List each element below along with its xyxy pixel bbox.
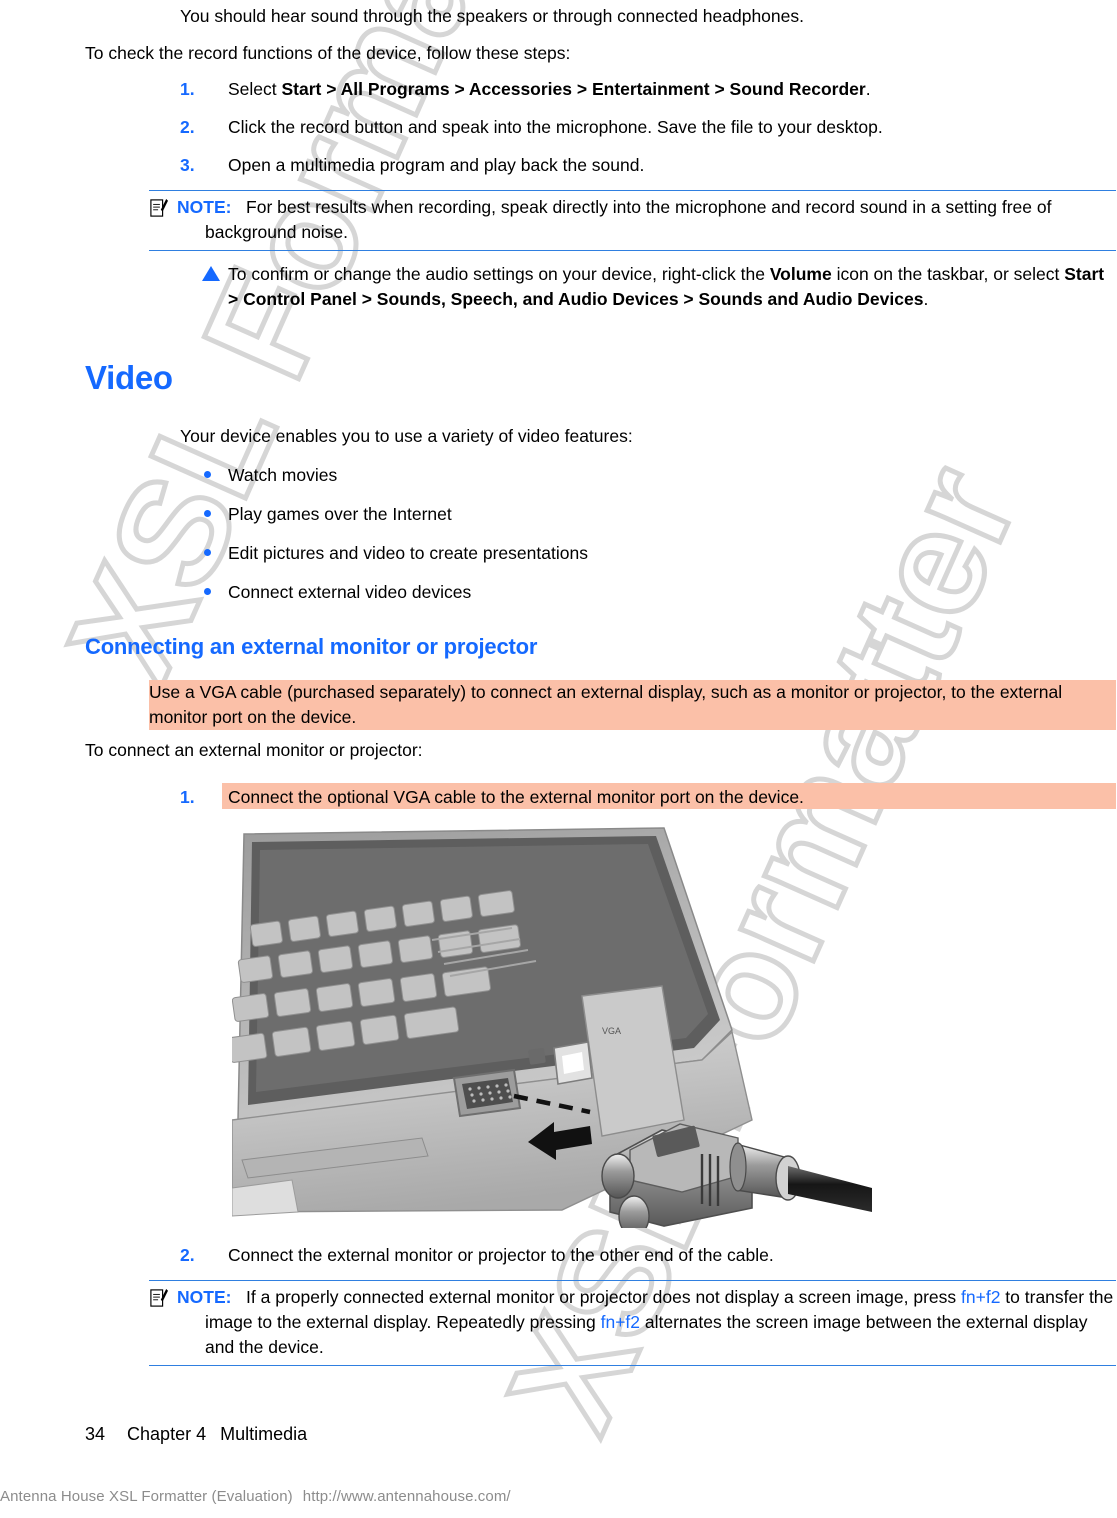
- video-feature-2-text: Play games over the Internet: [228, 504, 452, 524]
- note-monitor-key-1: fn+f2: [961, 1287, 1001, 1307]
- video-feature-1: Watch movies: [180, 463, 1116, 488]
- note-pencil-icon: [150, 1289, 168, 1307]
- record-step-1-bold: Start > All Programs > Accessories > Ent…: [281, 79, 866, 99]
- video-lead: Your device enables you to use a variety…: [180, 426, 633, 446]
- record-step-2: 2. Click the record button and speak int…: [180, 115, 1116, 140]
- bullet-dot-icon: [204, 471, 211, 478]
- record-step-2-text: Click the record button and speak into t…: [228, 117, 883, 137]
- monitor-step-1-number: 1.: [180, 787, 195, 807]
- external-monitor-vga-port: [452, 1068, 522, 1118]
- record-step-3: 3. Open a multimedia program and play ba…: [180, 153, 1116, 178]
- video-feature-1-text: Watch movies: [228, 465, 338, 485]
- video-feature-2: Play games over the Internet: [180, 502, 1116, 527]
- section-heading-connecting-monitor: Connecting an external monitor or projec…: [85, 634, 538, 659]
- record-step-1-number: 1.: [180, 79, 195, 99]
- page-title-video: Video: [85, 359, 173, 396]
- note-record-body: NOTE: For best results when recording, s…: [177, 195, 1116, 245]
- evaluation-banner: Antenna House XSL Formatter (Evaluation)…: [0, 1488, 1117, 1505]
- audio-settings-step-text: To confirm or change the audio settings …: [228, 262, 1116, 312]
- note-pencil-icon: [150, 199, 168, 217]
- monitor-step-2: 2. Connect the external monitor or proje…: [180, 1243, 1116, 1268]
- footer-page-number: 34: [85, 1424, 106, 1444]
- record-steps-lead: To check the record functions of the dev…: [85, 43, 571, 63]
- monitor-step-2-text: Connect the external monitor or projecto…: [228, 1245, 774, 1265]
- note-record-label: NOTE:: [177, 197, 232, 217]
- audio-settings-bold1: Volume: [769, 264, 832, 284]
- bullet-dot-icon: [204, 588, 211, 595]
- note-record: NOTE: For best results when recording, s…: [149, 190, 1116, 251]
- record-step-1-post: .: [865, 79, 871, 99]
- footer-chapter: Chapter 4: [127, 1424, 207, 1444]
- evaluation-url[interactable]: http://www.antennahouse.com/: [303, 1488, 511, 1505]
- note-record-text: For best results when recording, speak d…: [205, 197, 1052, 242]
- video-feature-3-text: Edit pictures and video to create presen…: [228, 543, 588, 563]
- note-monitor: NOTE: If a properly connected external m…: [149, 1280, 1116, 1366]
- record-step-1: 1. Select Start > All Programs > Accesso…: [180, 77, 1116, 102]
- audio-settings-part1: To confirm or change the audio settings …: [228, 264, 770, 284]
- triangle-bullet-icon: [202, 266, 220, 281]
- video-feature-4-text: Connect external video devices: [228, 582, 472, 602]
- document-page: You should hear sound through the speake…: [0, 0, 1117, 1518]
- note-monitor-body: NOTE: If a properly connected external m…: [177, 1285, 1116, 1360]
- monitor-highlighted-paragraph-wrap: Use a VGA cable (purchased separately) t…: [149, 680, 1116, 730]
- vga-cable-connector: [601, 1123, 872, 1228]
- footer-title: Multimedia: [220, 1424, 308, 1444]
- video-feature-4: Connect external video devices: [180, 580, 1116, 605]
- audio-settings-part3: .: [923, 289, 929, 309]
- figure-vga-connection: VGA: [232, 827, 872, 1228]
- video-feature-3: Edit pictures and video to create presen…: [180, 541, 1116, 566]
- monitor-step-1-text: Connect the optional VGA cable to the ex…: [228, 787, 804, 807]
- monitor-lead: To connect an external monitor or projec…: [85, 740, 423, 760]
- record-step-3-number: 3.: [180, 155, 195, 175]
- footer: 34 Chapter 4 Multimedia: [85, 1424, 307, 1445]
- svg-text:VGA: VGA: [602, 1026, 621, 1036]
- record-step-1-text: Select Start > All Programs > Accessorie…: [228, 77, 1116, 102]
- audio-settings-step: To confirm or change the audio settings …: [180, 262, 1116, 312]
- intro-paragraph: You should hear sound through the speake…: [180, 6, 804, 26]
- record-step-2-number: 2.: [180, 117, 195, 137]
- note-monitor-label: NOTE:: [177, 1287, 232, 1307]
- audio-settings-part2: icon on the taskbar, or select: [831, 264, 1065, 284]
- record-step-3-text: Open a multimedia program and play back …: [228, 155, 645, 175]
- bullet-dot-icon: [204, 549, 211, 556]
- bullet-dot-icon: [204, 510, 211, 517]
- note-monitor-text-1: If a properly connected external monitor…: [246, 1287, 962, 1307]
- monitor-step-1: 1. Connect the optional VGA cable to the…: [180, 785, 1116, 810]
- record-step-1-pre: Select: [228, 79, 282, 99]
- note-monitor-key-2: fn+f2: [600, 1312, 641, 1332]
- monitor-highlighted-paragraph: Use a VGA cable (purchased separately) t…: [149, 680, 1116, 730]
- monitor-step-2-number: 2.: [180, 1245, 195, 1265]
- evaluation-product: Antenna House XSL Formatter (Evaluation): [0, 1488, 293, 1505]
